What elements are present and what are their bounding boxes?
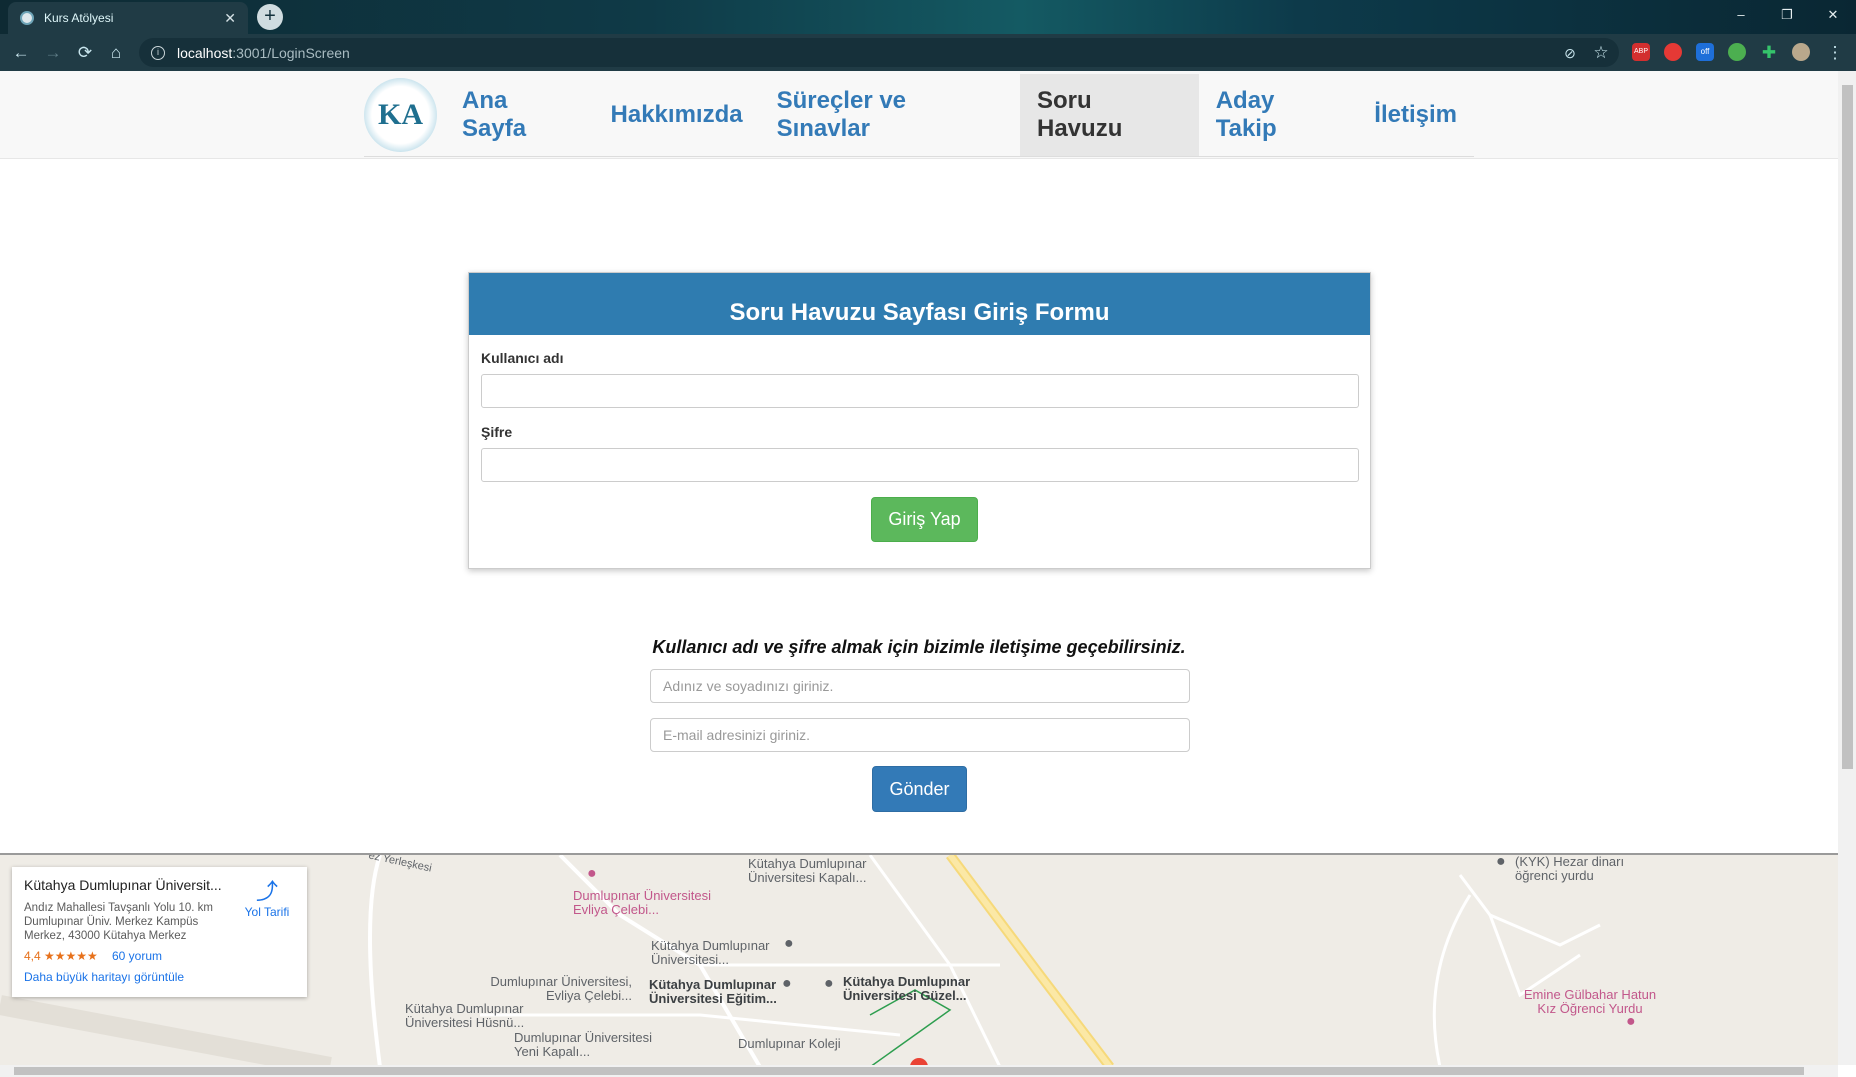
bookmark-star-icon[interactable]: ☆ (1589, 41, 1613, 65)
map-pin-school-icon[interactable]: ● (1496, 855, 1506, 870)
site-navbar: KA Ana Sayfa Hakkımızda Süreçler ve Sına… (0, 71, 1838, 159)
minimize-button[interactable]: – (1718, 0, 1764, 30)
contact-heading: Kullanıcı adı ve şifre almak için biziml… (652, 637, 1186, 657)
browser-toolbar: ← → ⟳ ⌂ i localhost:3001/LoginScreen ⊘ ☆… (0, 34, 1856, 71)
close-window-button[interactable]: ✕ (1810, 0, 1856, 30)
nav-aday-takip[interactable]: Aday Takip (1199, 74, 1358, 156)
horizontal-scrollbar[interactable] (0, 1065, 1838, 1077)
password-input[interactable] (481, 448, 1359, 482)
extension-green-icon[interactable] (1728, 43, 1746, 61)
directions-label: Yol Tarifi (244, 905, 290, 919)
extension-red-icon[interactable] (1664, 43, 1682, 61)
restore-button[interactable]: ❐ (1764, 0, 1810, 30)
reload-icon[interactable]: ⟳ (73, 41, 97, 65)
map-label-evliya-pink: Dumlupınar Üniversitesi Evliya Çelebi... (573, 888, 711, 917)
nav-hakkimizda[interactable]: Hakkımızda (594, 74, 760, 156)
username-label: Kullanıcı adı (481, 350, 564, 366)
map-pin-school-icon[interactable]: ● (784, 936, 794, 952)
login-form-title: Soru Havuzu Sayfası Giriş Formu (469, 273, 1370, 335)
extension-off-icon[interactable]: off (1696, 43, 1714, 61)
close-tab-icon[interactable]: ✕ (224, 10, 236, 27)
translate-icon[interactable]: ⊘ (1558, 41, 1582, 65)
site-logo[interactable]: KA (364, 78, 438, 152)
nav-soru-havuzu[interactable]: Soru Havuzu (1020, 74, 1199, 156)
map-reviews-link[interactable]: 60 yorum (112, 949, 162, 963)
map-place-title[interactable]: Kütahya Dumlupınar Üniversit... (24, 877, 222, 893)
send-button[interactable]: Gönder (872, 766, 967, 812)
map-label-kapali: Kütahya Dumlupınar Üniversitesi Kapalı..… (748, 856, 867, 885)
address-bar[interactable]: i localhost:3001/LoginScreen (139, 38, 1619, 67)
map-pin-school-icon[interactable]: ● (824, 976, 834, 992)
page-content: KA Ana Sayfa Hakkımızda Süreçler ve Sına… (0, 71, 1838, 1065)
map-label-guzel: Kütahya Dumlupınar Üniversitesi Güzel... (843, 974, 971, 1003)
browser-titlebar: Kurs Atölyesi ✕ + – ❐ ✕ (0, 0, 1856, 34)
map-label-egitim: Kütahya Dumlupınar Üniversitesi Eğitim..… (649, 977, 777, 1006)
email-input[interactable]: E-mail adresinizi giriniz. (650, 718, 1190, 752)
forward-icon[interactable]: → (41, 41, 65, 65)
password-label: Şifre (481, 424, 513, 440)
adblock-extension-icon[interactable]: ABP (1632, 43, 1650, 61)
nav-ana-sayfa[interactable]: Ana Sayfa (445, 74, 594, 156)
map-label-koleji: Dumlupınar Koleji (738, 1036, 841, 1051)
nav-surecler-ve-sinavlar[interactable]: Süreçler ve Sınavlar (760, 74, 1020, 156)
browser-tab[interactable]: Kurs Atölyesi ✕ (8, 2, 248, 34)
directions-button[interactable]: ⤴ Yol Tarifi (237, 879, 297, 919)
url-path: :3001/LoginScreen (232, 44, 350, 61)
map-place-rating: 4,4 ★★★★★ (24, 949, 98, 963)
home-icon[interactable]: ⌂ (104, 41, 128, 65)
map-label-evliya: Dumlupınar Üniversitesi, Evliya Çelebi..… (490, 974, 632, 1003)
new-tab-button[interactable]: + (257, 4, 283, 30)
map-label-univ1: Kütahya Dumlupınar Üniversitesi... (651, 938, 770, 967)
username-input[interactable] (481, 374, 1359, 408)
back-icon[interactable]: ← (9, 41, 33, 65)
name-input[interactable]: Adınız ve soyadınızı giriniz. (650, 669, 1190, 703)
tab-title: Kurs Atölyesi (44, 11, 114, 25)
map-pin-pink-icon[interactable]: ● (587, 866, 597, 882)
directions-icon: ⤴ (255, 879, 278, 904)
login-card: Soru Havuzu Sayfası Giriş Formu Kullanıc… (468, 272, 1371, 569)
site-favicon-icon (20, 11, 34, 25)
vertical-scrollbar[interactable] (1838, 71, 1856, 1065)
map-label-kyk: (KYK) Hezar dinarı öğrenci yurdu (1515, 854, 1625, 883)
menu-kebab-icon[interactable]: ⋮ (1823, 41, 1847, 65)
embedded-map[interactable]: Kütahya Dumlupınar Üniversit... Andız Ma… (0, 853, 1838, 1065)
nav-iletisim[interactable]: İletişim (1357, 74, 1474, 156)
site-info-icon[interactable]: i (151, 45, 165, 60)
map-label-yeni: Dumlupınar Üniversitesi Yeni Kapalı... (514, 1030, 652, 1059)
login-button[interactable]: Giriş Yap (871, 497, 978, 542)
profile-avatar[interactable] (1792, 43, 1810, 61)
larger-map-link[interactable]: Daha büyük haritayı görüntüle (24, 970, 184, 984)
extensions-puzzle-icon[interactable]: ✚ (1757, 41, 1781, 65)
map-pin-pink-icon[interactable]: ● (1626, 1014, 1636, 1030)
map-place-card: Kütahya Dumlupınar Üniversit... Andız Ma… (12, 867, 307, 997)
map-label-husnu: Kütahya Dumlupınar Üniversitesi Hüsnü... (405, 1001, 525, 1030)
map-label-emine: Emine Gülbahar Hatun Kız Öğrenci Yurdu (1523, 987, 1657, 1016)
url-host: localhost (177, 44, 233, 61)
map-pin-school-icon[interactable]: ● (782, 976, 792, 992)
map-place-address: Andız Mahallesi Tavşanlı Yolu 10. km Dum… (24, 902, 214, 942)
